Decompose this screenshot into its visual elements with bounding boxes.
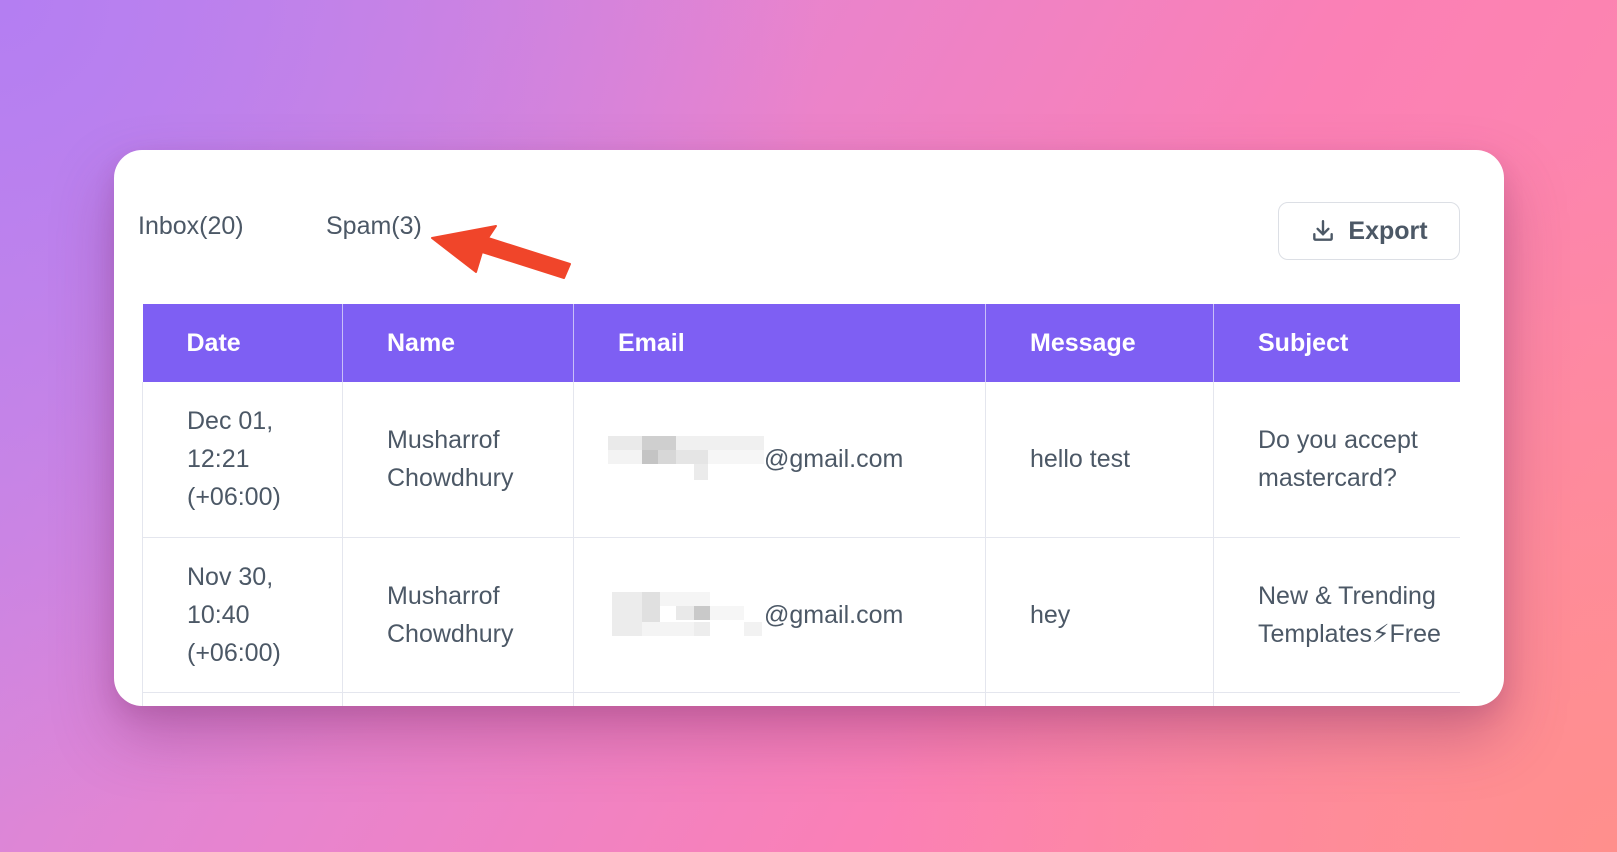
cell-date: Dec 01, 12:21 (+06:00) xyxy=(142,382,343,538)
last-name: Chowdhury xyxy=(387,464,514,493)
table-row[interactable]: Nov 30, 10:40 (+06:00) Musharrof Chowdhu… xyxy=(142,537,1460,693)
cell-message: hello test xyxy=(985,382,1214,538)
time-line: 10:40 xyxy=(187,600,250,629)
cell-message: hey xyxy=(985,537,1214,693)
download-icon xyxy=(1310,218,1336,244)
tab-bar: Inbox(20) Spam(3) xyxy=(138,212,422,241)
column-header-email[interactable]: Email xyxy=(573,304,986,382)
cell-name: Musharrof Chowdhury xyxy=(342,537,574,693)
cell-date: Nov 30, 10:40 (+06:00) xyxy=(142,537,343,693)
cell-email: @gmail.com xyxy=(573,537,986,693)
subject-line: Templates⚡Free xyxy=(1258,619,1441,648)
submissions-table: Date Name Email Message Subject Dec 01, … xyxy=(142,304,1460,706)
redacted-email-local xyxy=(608,591,764,638)
timezone-line: (+06:00) xyxy=(187,638,281,667)
subject-line: Do you accept xyxy=(1258,426,1418,455)
cell-subject: New & Trending Templates⚡Free xyxy=(1213,537,1460,693)
subject-line: New & Trending xyxy=(1258,581,1436,610)
tab-inbox[interactable]: Inbox(20) xyxy=(138,212,326,241)
table-row[interactable]: Dec 01, 12:21 (+06:00) Musharrof Chowdhu… xyxy=(142,382,1460,538)
export-button[interactable]: Export xyxy=(1278,202,1460,260)
column-header-message[interactable]: Message xyxy=(985,304,1214,382)
tab-spam[interactable]: Spam(3) xyxy=(326,212,422,241)
column-header-name[interactable]: Name xyxy=(342,304,574,382)
last-name: Chowdhury xyxy=(387,619,514,648)
time-line: 12:21 xyxy=(187,445,250,474)
red-arrow-icon xyxy=(430,220,572,291)
column-header-date[interactable]: Date xyxy=(142,304,343,382)
column-header-subject[interactable]: Subject xyxy=(1213,304,1460,382)
redacted-email-local xyxy=(608,436,764,482)
table-row[interactable] xyxy=(142,692,1460,706)
table-header-row: Date Name Email Message Subject xyxy=(142,304,1460,382)
timezone-line: (+06:00) xyxy=(187,483,281,512)
date-line: Dec 01, xyxy=(187,407,274,436)
first-name: Musharrof xyxy=(387,581,500,610)
cell-email: @gmail.com xyxy=(573,382,986,538)
submissions-table-wrap[interactable]: Date Name Email Message Subject Dec 01, … xyxy=(142,304,1460,706)
subject-line: mastercard? xyxy=(1258,464,1397,493)
email-domain: @gmail.com xyxy=(764,600,904,629)
export-label: Export xyxy=(1348,216,1428,245)
cell-name: Musharrof Chowdhury xyxy=(342,382,574,538)
cell-subject: Do you accept mastercard? xyxy=(1213,382,1460,538)
submissions-card: Inbox(20) Spam(3) Export Date Name Email… xyxy=(114,150,1504,706)
page-background: Inbox(20) Spam(3) Export Date Name Email… xyxy=(0,0,1617,852)
first-name: Musharrof xyxy=(387,426,500,455)
date-line: Nov 30, xyxy=(187,562,274,591)
email-domain: @gmail.com xyxy=(764,445,904,474)
